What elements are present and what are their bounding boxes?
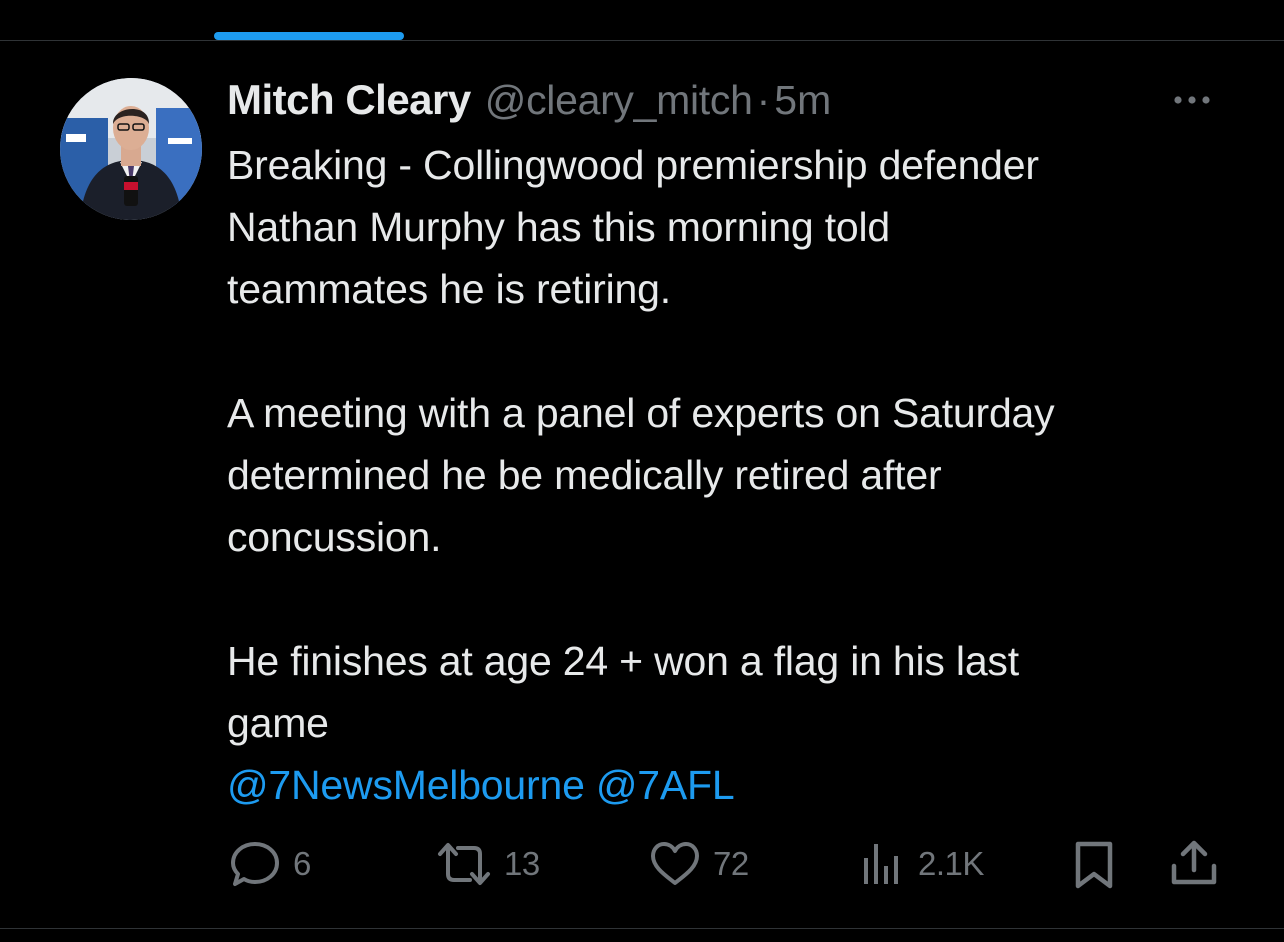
share-button[interactable] — [1166, 836, 1222, 892]
bookmark-icon — [1075, 841, 1113, 889]
tweet-header: Mitch Cleary @cleary_mitch · 5m — [227, 74, 831, 126]
tweet-text-line: Breaking - Collingwood premiership defen… — [227, 142, 1039, 188]
mention-link-7newsmelbourne[interactable]: @7NewsMelbourne — [227, 762, 585, 808]
tweet-text-line: concussion. — [227, 514, 442, 560]
mention-link-7afl[interactable]: @7AFL — [596, 762, 735, 808]
tweet-actions-bar: 6 13 72 2.1K — [0, 836, 1284, 892]
reply-count: 6 — [293, 845, 311, 882]
repost-icon — [438, 843, 490, 885]
heart-icon — [651, 842, 699, 885]
tweet-text-line: determined he be medically retired after — [227, 452, 942, 498]
repost-button[interactable]: 13 — [434, 836, 540, 892]
avatar[interactable] — [60, 78, 202, 220]
tweet-text-line: He finishes at age 24 + won a flag in hi… — [227, 638, 1019, 684]
reply-button[interactable]: 6 — [227, 836, 311, 892]
views-count: 2.1K — [918, 845, 984, 882]
tweet-text: Breaking - Collingwood premiership defen… — [227, 134, 1237, 816]
active-tab-indicator — [214, 32, 404, 40]
more-horizontal-icon — [1174, 96, 1210, 104]
views-chart-icon — [864, 844, 898, 884]
like-button[interactable]: 72 — [647, 836, 749, 892]
author-display-name[interactable]: Mitch Cleary — [227, 76, 471, 124]
tweet-text-line: A meeting with a panel of experts on Sat… — [227, 390, 1055, 436]
repost-count: 13 — [504, 845, 540, 882]
tweet-timestamp[interactable]: 5m — [774, 77, 831, 124]
bookmark-button[interactable] — [1066, 836, 1122, 892]
tweet-text-line: game — [227, 700, 329, 746]
reply-icon — [231, 842, 279, 886]
top-divider — [0, 40, 1284, 41]
bottom-divider — [0, 928, 1284, 929]
mentions-line: @7NewsMelbourne @7AFL — [227, 754, 1237, 816]
share-icon — [1171, 840, 1217, 885]
views-button[interactable]: 2.1K — [858, 836, 984, 892]
like-count: 72 — [713, 845, 749, 882]
separator-dot: · — [756, 76, 771, 123]
tweet-text-line: teammates he is retiring. — [227, 266, 671, 312]
author-handle[interactable]: @cleary_mitch — [485, 77, 753, 124]
avatar-image — [60, 78, 202, 220]
tweet-text-line: Nathan Murphy has this morning told — [227, 204, 891, 250]
more-button[interactable] — [1168, 78, 1224, 118]
